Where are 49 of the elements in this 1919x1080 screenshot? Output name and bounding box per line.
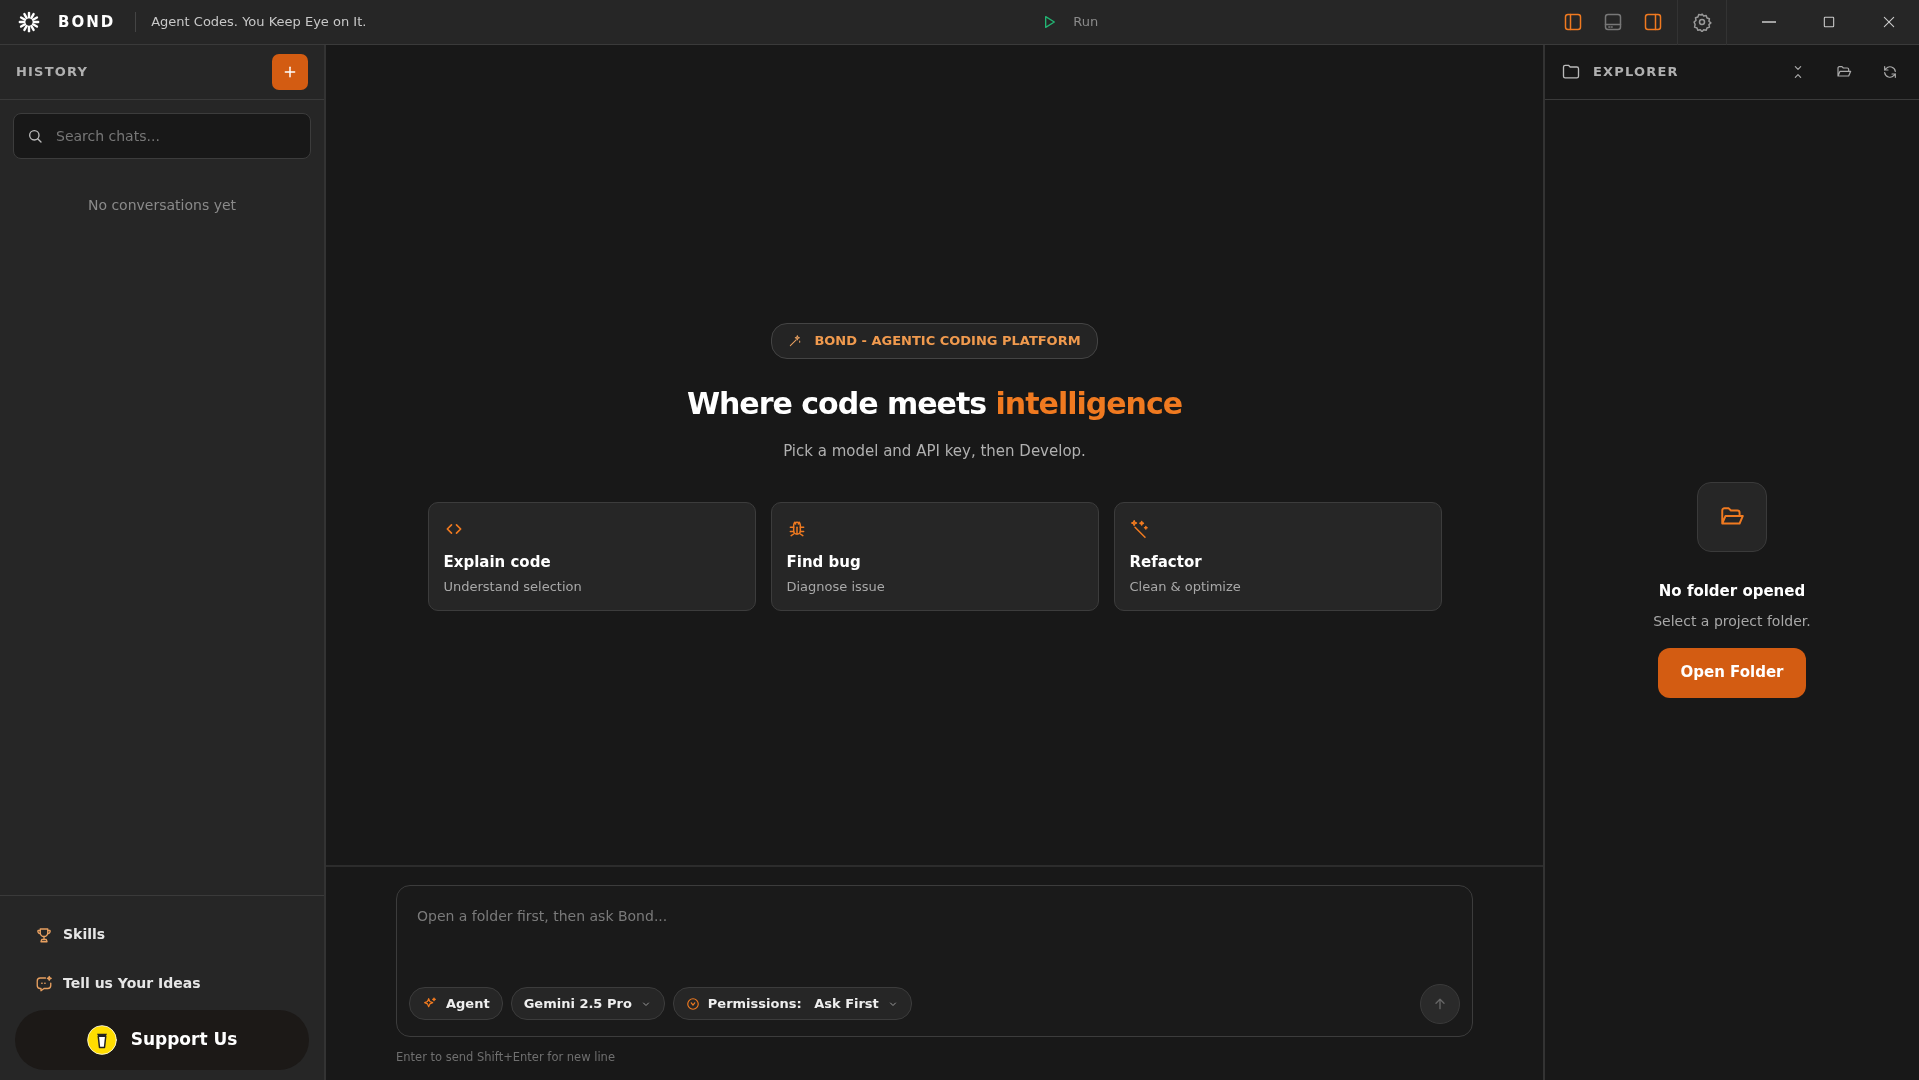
settings-icon	[1692, 12, 1712, 32]
history-title: HISTORY	[16, 63, 89, 82]
empty-folder-title: No folder opened	[1658, 581, 1806, 602]
search-field[interactable]: Search chats...	[13, 113, 311, 159]
panel-layout-icon	[1643, 12, 1663, 32]
input-hint: Enter to send Shift+Enter for new line	[396, 1048, 616, 1066]
empty-folder-text: Select a project folder.	[1653, 611, 1811, 631]
model-dropdown[interactable]: Gemini 2.5 Pro	[510, 987, 665, 1021]
close-icon	[1881, 14, 1897, 30]
open-folder-icon	[1836, 64, 1852, 80]
refresh-icon	[1882, 64, 1898, 80]
card-subtitle: Understand selection	[443, 577, 583, 596]
action-card[interactable]: Refactor Clean & optimize	[1113, 502, 1442, 611]
panel-layout-icon	[1563, 12, 1583, 32]
hero-heading: Where code meets intelligence	[686, 384, 1183, 423]
explorer-title: EXPLORER	[1593, 63, 1680, 82]
chat-bubble-icon	[35, 974, 53, 993]
card-title: Refactor	[1129, 552, 1203, 573]
hero-subheading: Pick a model and API key, then Develop.	[783, 440, 1086, 462]
minimize-icon	[1762, 21, 1776, 23]
magic-wand-icon	[1129, 519, 1150, 539]
card-subtitle: Clean & optimize	[1129, 577, 1242, 596]
app-name: BOND	[58, 11, 116, 33]
card-title: Find bug	[786, 552, 862, 573]
open-folder-button[interactable]: Open Folder	[1658, 647, 1806, 698]
chat-input-box[interactable]: Open a folder first, then ask Bond... Agent Gemini 2.5 Pro Permissions: Ask First	[396, 884, 1473, 1037]
logo-icon	[18, 11, 40, 33]
new-chat-button[interactable]	[272, 54, 308, 90]
plus-icon	[282, 64, 298, 80]
action-card[interactable]: Explain code Understand selection	[427, 502, 756, 611]
sidebar-link[interactable]: Tell us Your Ideas	[15, 961, 309, 1006]
card-subtitle: Diagnose issue	[786, 577, 886, 596]
platform-badge: BOND - AGENTIC CODING PLATFORM	[771, 323, 1098, 359]
tagline: Agent Codes. You Keep Eye on It.	[135, 12, 367, 32]
sidebar-link[interactable]: Skills	[15, 912, 309, 957]
empty-history-text: No conversations yet	[86, 196, 238, 215]
trophy-icon	[35, 925, 53, 944]
cup-icon	[86, 1025, 117, 1055]
agent-mode-button[interactable]: Agent	[409, 987, 503, 1021]
panel-layout-icon	[1603, 12, 1623, 32]
settings-button[interactable]	[1677, 0, 1727, 45]
run-button[interactable]: Run	[1035, 8, 1105, 36]
maximize-icon	[1821, 14, 1837, 30]
card-title: Explain code	[443, 552, 552, 573]
support-button[interactable]: Support Us	[15, 1010, 309, 1070]
action-card[interactable]: Find bug Diagnose issue	[770, 502, 1099, 611]
search-icon	[27, 128, 43, 144]
permissions-dropdown[interactable]: Permissions: Ask First	[672, 987, 912, 1021]
folder-icon	[1561, 62, 1581, 82]
